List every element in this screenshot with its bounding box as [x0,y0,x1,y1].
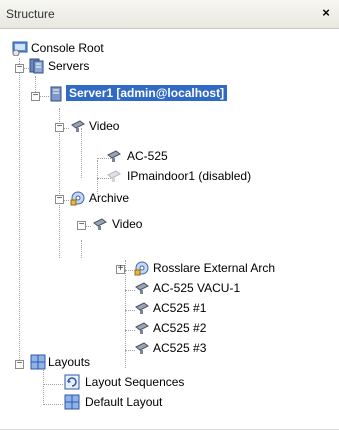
tree-item-label: Layouts [48,355,91,369]
camera-icon [135,342,149,354]
tree-item-label: Archive [89,191,130,205]
camera-icon [71,120,85,132]
panel-title-bar: Structure × [0,0,339,29]
tree-item-label: Video [112,217,143,231]
tree-item-label: AC525 #1 [153,301,207,315]
layouts-icon [30,354,46,370]
collapse-toggle[interactable]: − [15,359,24,369]
tree-item-label: IPmaindoor1 (disabled) [127,169,252,183]
collapse-toggle[interactable]: − [31,91,40,101]
tree-item-label: Console Root [31,41,104,55]
camera-disabled-icon [107,170,121,182]
tree-item-label: AC525 #3 [153,341,207,355]
collapse-toggle[interactable]: − [55,194,64,204]
tree-item-label: AC525 #2 [153,321,207,335]
tree-item-label: AC-525 [127,149,168,163]
console-root-icon [12,41,28,56]
camera-icon [93,218,107,230]
camera-icon [107,150,121,162]
tree-item-label: Video [89,119,120,133]
tree-item-label: Layout Sequences [85,375,185,389]
archive-icon [134,261,149,276]
structure-tree: Console Root − Servers − Server1 [admin@… [0,28,339,430]
server-icon [50,86,62,102]
collapse-toggle[interactable]: − [77,220,86,230]
archive-icon [70,191,85,206]
tree-item-label: Rosslare External Arch [153,261,276,275]
expand-toggle[interactable]: + [116,264,125,274]
camera-icon [135,322,149,334]
tree-item-label: Default Layout [85,395,163,409]
camera-icon [135,302,149,314]
collapse-toggle[interactable]: − [15,63,24,73]
camera-icon [135,282,149,294]
tree-item-label: Servers [48,59,90,73]
close-icon[interactable]: × [319,6,333,20]
servers-icon [29,58,44,74]
panel-title: Structure [6,7,55,21]
tree-item-label-selected: Server1 [admin@localhost] [66,85,228,101]
structure-panel: Structure × Console Root − Servers − Ser… [0,0,339,430]
tree-item-label: AC-525 VACU-1 [153,281,241,295]
layout-sequence-icon [64,374,80,390]
layout-icon [64,394,80,410]
collapse-toggle[interactable]: − [55,122,64,132]
